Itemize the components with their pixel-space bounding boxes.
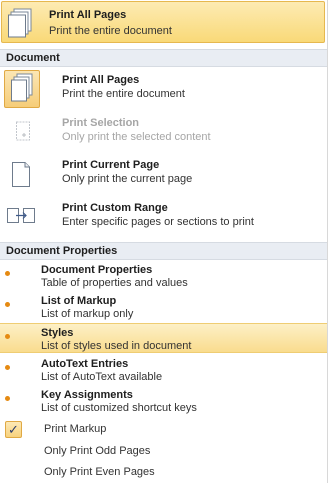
option-only-print-odd-pages[interactable]: Only Print Odd Pages bbox=[0, 441, 327, 462]
bullet-icon bbox=[5, 271, 10, 276]
menu-item-title: AutoText Entries bbox=[41, 358, 129, 370]
bullet-icon bbox=[5, 396, 10, 401]
menu-item-title: Document Properties bbox=[41, 264, 153, 276]
menu-item-print-custom-range[interactable]: Print Custom Range Enter specific pages … bbox=[0, 196, 327, 240]
menu-item-description: Only print the selected content bbox=[62, 131, 211, 143]
menu-item-title: Print Selection bbox=[62, 117, 140, 129]
menu-item-title: Print All Pages bbox=[62, 74, 140, 86]
dropdown-description: Print the entire document bbox=[49, 25, 172, 37]
bullet-icon bbox=[5, 334, 10, 339]
menu-item-description: Only print the current page bbox=[62, 173, 193, 185]
print-all-pages-icon bbox=[8, 8, 34, 38]
section-header-document-properties: Document Properties bbox=[0, 242, 327, 260]
menu-item-title: Key Assignments bbox=[41, 389, 133, 401]
section-header-document: Document bbox=[0, 49, 327, 67]
bullet-icon bbox=[5, 302, 10, 307]
menu-item-description: Table of properties and values bbox=[41, 277, 188, 289]
menu-item-title: Styles bbox=[41, 327, 74, 339]
option-label: Print Markup bbox=[44, 423, 107, 435]
print-all-pages-icon bbox=[4, 70, 40, 108]
menu-item-title: Print Custom Range bbox=[62, 202, 168, 214]
menu-item-styles[interactable]: Styles List of styles used in document bbox=[0, 323, 327, 353]
menu-item-description: Print the entire document bbox=[62, 88, 185, 100]
print-current-page-icon bbox=[4, 155, 40, 193]
dropdown-title: Print All Pages bbox=[49, 9, 127, 21]
menu-item-description: List of styles used in document bbox=[41, 340, 192, 352]
menu-item-description: List of AutoText available bbox=[41, 371, 163, 383]
checkmark-icon[interactable]: ✓ bbox=[5, 421, 22, 438]
menu-item-key-assignments[interactable]: Key Assignments List of customized short… bbox=[0, 386, 327, 416]
menu-item-print-all-pages[interactable]: Print All Pages Print the entire documen… bbox=[0, 68, 327, 112]
option-label: Only Print Even Pages bbox=[44, 466, 155, 478]
print-what-menu: Print All Pages Print the entire documen… bbox=[0, 0, 328, 483]
menu-item-description: List of markup only bbox=[41, 308, 134, 320]
menu-item-title: List of Markup bbox=[41, 295, 117, 307]
menu-item-list-of-markup[interactable]: List of Markup List of markup only bbox=[0, 292, 327, 322]
print-range-dropdown[interactable]: Print All Pages Print the entire documen… bbox=[1, 1, 325, 43]
menu-item-print-current-page[interactable]: Print Current Page Only print the curren… bbox=[0, 153, 327, 197]
option-print-markup[interactable]: ✓ Print Markup bbox=[0, 419, 327, 440]
option-label: Only Print Odd Pages bbox=[44, 445, 151, 457]
menu-item-document-properties[interactable]: Document Properties Table of properties … bbox=[0, 261, 327, 291]
menu-item-title: Print Current Page bbox=[62, 159, 160, 171]
menu-item-description: Enter specific pages or sections to prin… bbox=[62, 216, 254, 228]
menu-item-print-selection[interactable]: Print Selection Only print the selected … bbox=[0, 111, 327, 155]
menu-item-autotext-entries[interactable]: AutoText Entries List of AutoText availa… bbox=[0, 355, 327, 385]
print-selection-icon bbox=[4, 113, 40, 151]
print-custom-range-icon bbox=[4, 198, 40, 236]
bullet-icon bbox=[5, 365, 10, 370]
menu-item-description: List of customized shortcut keys bbox=[41, 402, 197, 414]
option-only-print-even-pages[interactable]: Only Print Even Pages bbox=[0, 462, 327, 483]
